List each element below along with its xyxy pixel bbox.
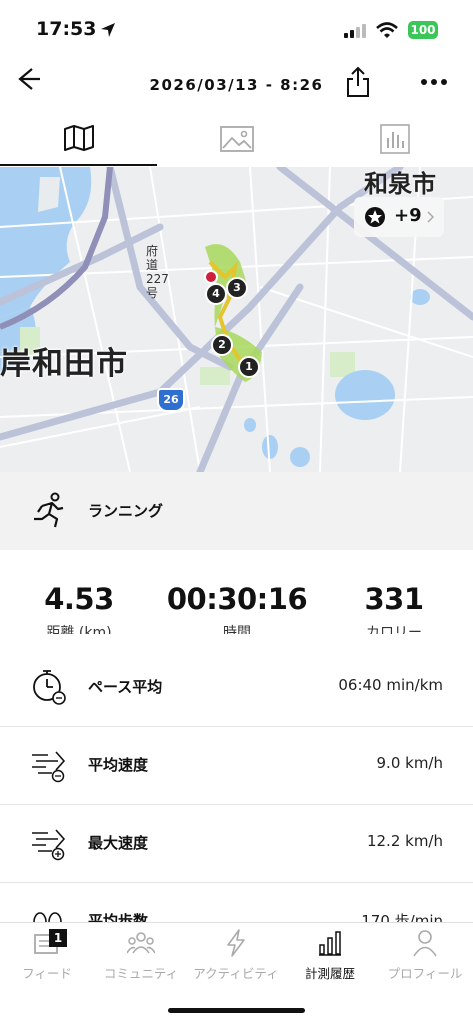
more-options-button[interactable] [418,74,450,90]
chevron-right-icon [427,211,434,223]
share-button[interactable] [344,66,372,98]
person-icon [413,930,437,957]
bar-chart-icon [379,124,410,154]
activity-date: 2026/03/13 - 8:26 [149,76,324,94]
tab-photos[interactable] [158,112,315,166]
nav-item-history[interactable]: 計測履歴 [283,923,377,993]
metric-label: ペース平均 [88,678,163,696]
status-time: 17:53 [36,18,97,40]
route-marker: 2 [211,334,233,356]
nav-item-community[interactable]: コミュニティ [94,923,188,993]
activity-type-row [0,472,473,550]
poi-count: +9 [394,205,422,226]
map-city-label: 岸和田市 [0,346,128,382]
running-icon [34,492,64,528]
summary-time-label: 時間 [223,625,251,634]
footprints-icon [33,912,62,922]
nav-label: プロフィール [387,966,463,981]
bar-chart-icon [319,931,341,956]
metric-value: 170 歩/min [361,912,443,922]
home-indicator[interactable] [168,1008,305,1013]
nav-label: コミュニティ [103,966,179,981]
map-city-label: 和泉市 [364,170,436,198]
star-icon [365,207,385,227]
wifi-icon [376,22,398,38]
nav-label: 計測履歴 [304,966,355,981]
metric-label: 最大速度 [88,834,149,852]
community-icon [127,932,155,954]
metric-row-avg-speed: 平均速度 9.0 km/h [0,726,473,805]
metric-row-max-speed: 最大速度 12.2 km/h [0,804,473,883]
location-arrow-icon [101,23,115,37]
metric-value: 06:40 min/km [338,676,443,694]
nav-item-activity[interactable]: アクティビティ [189,923,283,993]
metric-value: 9.0 km/h [376,754,443,772]
route-marker: 3 [226,277,248,299]
summary-calories-value: 331 [364,582,424,616]
tab-stats[interactable] [316,112,473,166]
metric-label: 平均歩数 [88,912,149,922]
map-icon [63,125,94,151]
summary-calories-label: カロリー [366,625,422,634]
road-label: 府道227号 [146,244,169,300]
speed-average-icon [32,751,66,783]
nav-item-profile[interactable]: プロフィール [378,923,472,993]
summary-distance-value: 4.53 [44,582,114,616]
route-marker: 4 [205,283,227,305]
feed-notification-badge: 1 [49,929,67,947]
tab-map[interactable] [0,112,157,166]
metric-row-avg-steps: 平均歩数 170 歩/min [0,882,473,922]
summary-time-value: 00:30:16 [166,582,308,616]
route-shield: 26 [157,388,185,412]
map-poi-badge[interactable]: +9 [354,197,444,237]
signal-icon [344,24,366,38]
nav-label: フィード [22,966,72,981]
metric-row-pace: ペース平均 06:40 min/km [0,648,473,727]
speed-max-icon [32,829,66,861]
stopwatch-icon [33,670,66,705]
image-icon [219,126,254,152]
route-marker: 1 [238,356,260,378]
summary-distance-label: 距離 (km) [46,625,112,634]
metric-label: 平均速度 [88,756,149,774]
battery-indicator: 100 [408,21,438,39]
activity-type-label: ランニング [88,502,164,520]
lightning-icon [227,929,245,957]
nav-label: アクティビティ [193,966,279,981]
nav-item-feed[interactable]: 1 フィード [0,923,94,993]
metric-value: 12.2 km/h [366,832,443,850]
